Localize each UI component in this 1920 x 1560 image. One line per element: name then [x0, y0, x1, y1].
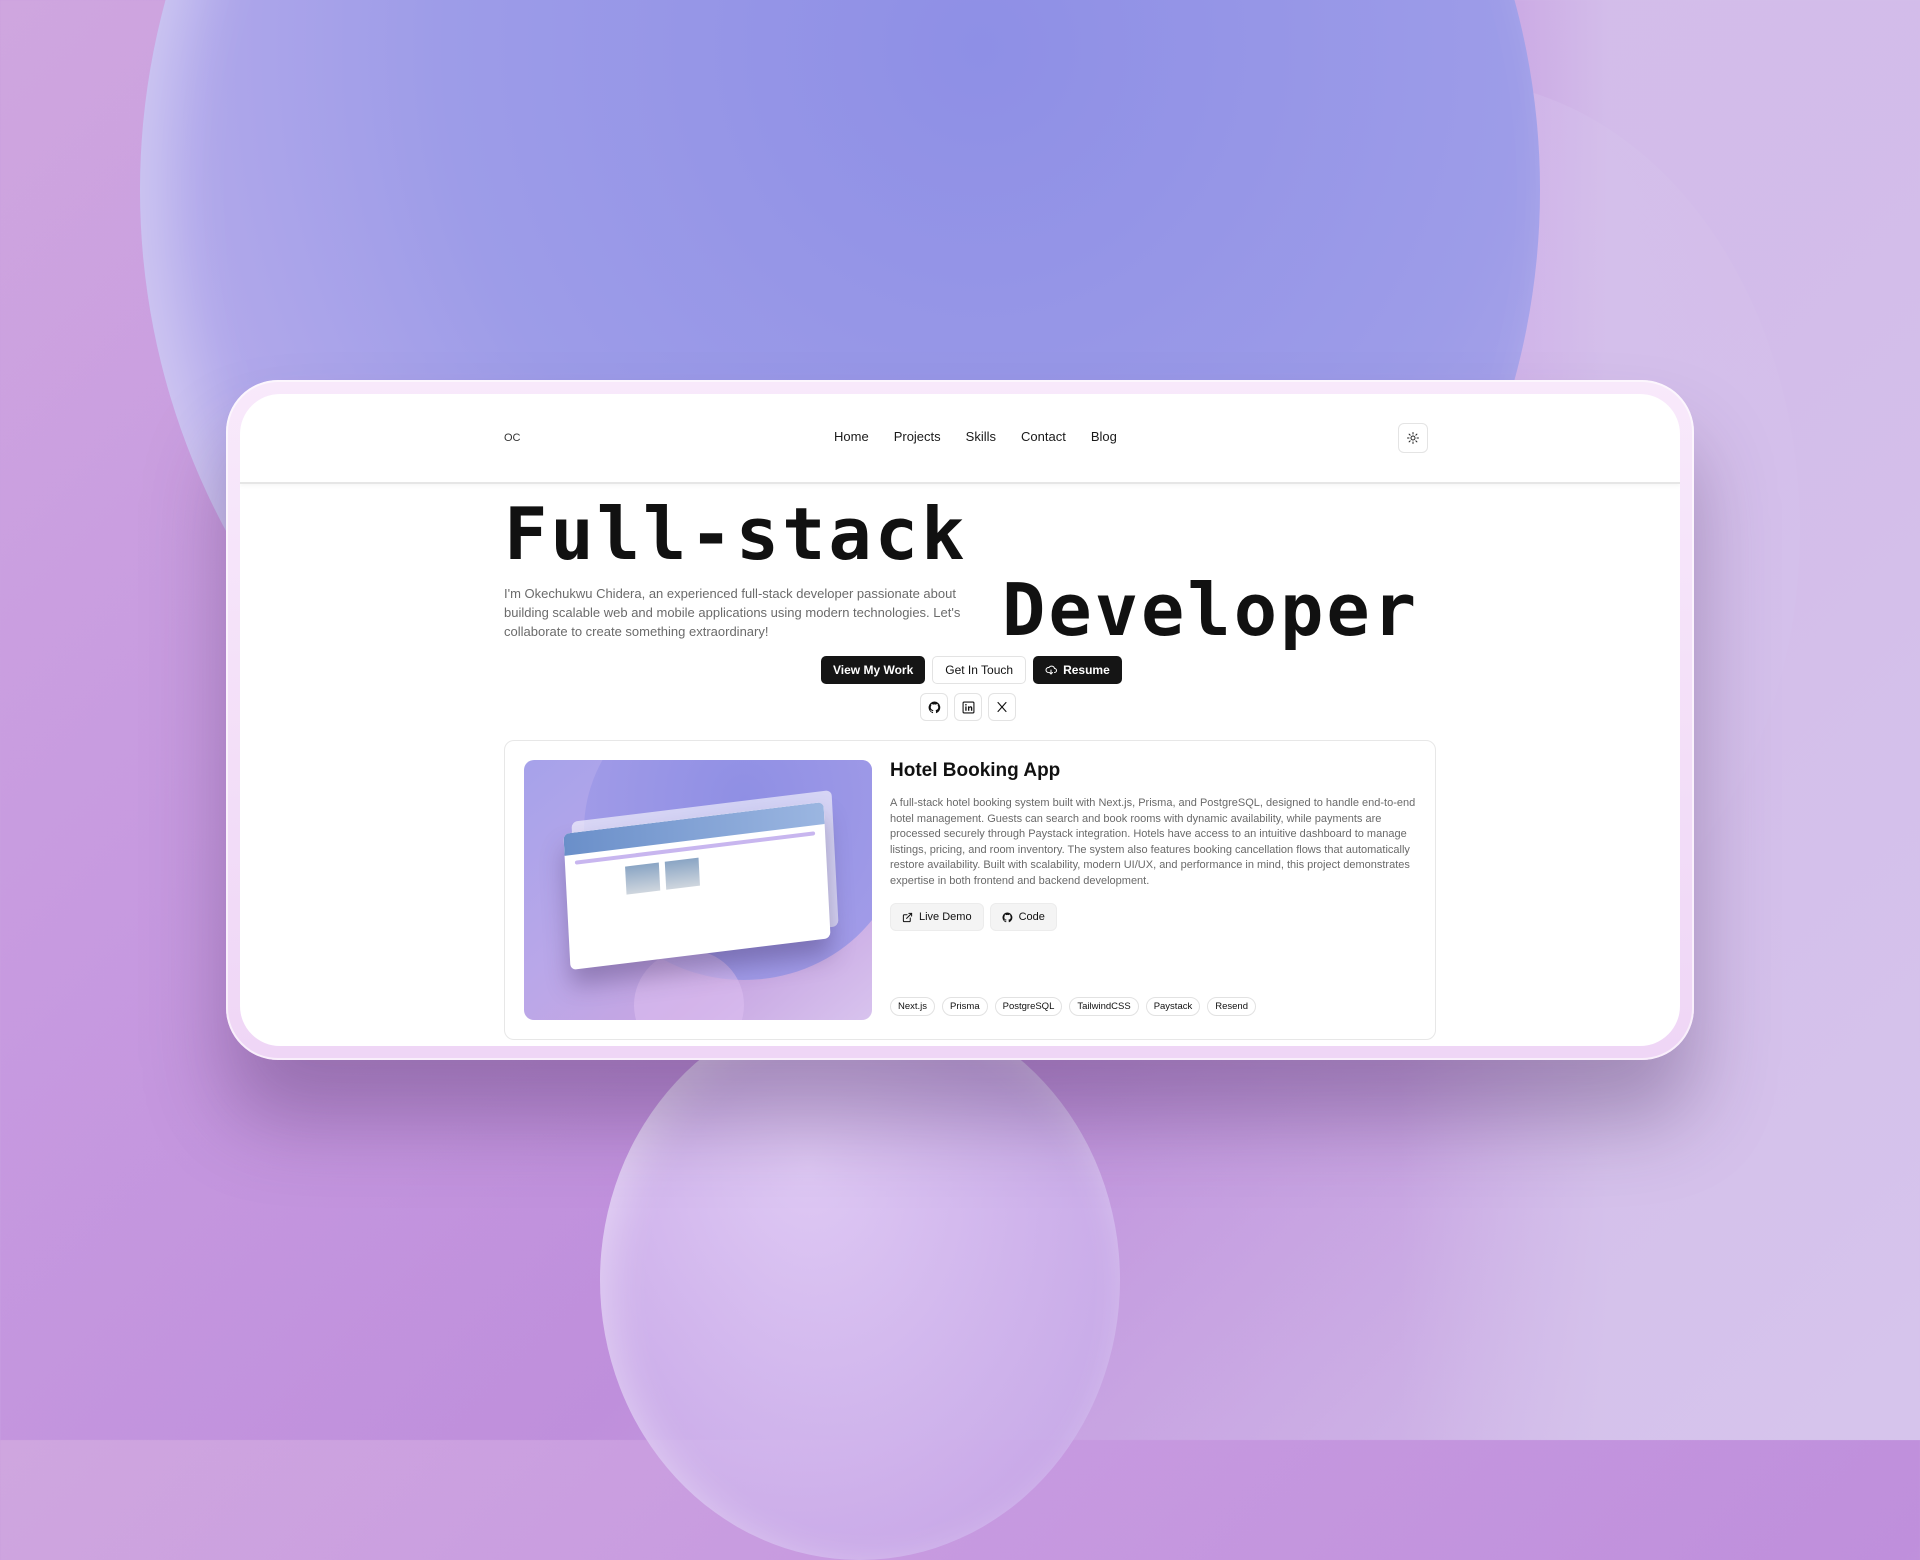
device-frame: OC Home Projects Skills Contact Blog Ful…: [226, 380, 1694, 1060]
hero-title-line1: Full-stack: [504, 492, 968, 576]
tech-tags: Next.js Prisma PostgreSQL TailwindCSS Pa…: [890, 997, 1256, 1016]
tech-tag: TailwindCSS: [1069, 997, 1139, 1016]
nav-link-projects[interactable]: Projects: [894, 429, 941, 444]
navbar: OC Home Projects Skills Contact Blog: [240, 394, 1680, 484]
nav-link-home[interactable]: Home: [834, 429, 869, 444]
github-icon: [928, 701, 941, 714]
external-link-icon: [902, 912, 913, 923]
live-demo-button[interactable]: Live Demo: [890, 903, 984, 931]
project-card: Hotel Booking App A full-stack hotel boo…: [504, 740, 1436, 1040]
view-work-button[interactable]: View My Work: [821, 656, 926, 684]
view-work-label: View My Work: [833, 663, 914, 677]
code-button[interactable]: Code: [989, 903, 1057, 931]
live-demo-label: Live Demo: [919, 911, 972, 923]
x-icon: [996, 701, 1008, 713]
tech-tag: Prisma: [942, 997, 988, 1016]
linkedin-icon: [962, 701, 975, 714]
background-bubble: [600, 1000, 1120, 1560]
social-links: [920, 693, 1016, 721]
mockup-hotel-photo: [625, 862, 661, 895]
tech-tag: Paystack: [1145, 997, 1201, 1016]
hero-description: I'm Okechukwu Chidera, an experienced fu…: [504, 586, 961, 639]
nav-link-contact[interactable]: Contact: [1021, 429, 1066, 444]
x-link[interactable]: [988, 693, 1016, 721]
browser-screen: OC Home Projects Skills Contact Blog Ful…: [240, 394, 1680, 1046]
tech-tag: Resend: [1207, 997, 1256, 1016]
theme-toggle-button[interactable]: [1398, 423, 1428, 453]
linkedin-link[interactable]: [954, 693, 982, 721]
tech-tag: PostgreSQL: [994, 997, 1063, 1016]
nav-link-blog[interactable]: Blog: [1091, 429, 1117, 444]
project-actions: Live Demo Code: [890, 903, 1057, 931]
tech-tag: Next.js: [890, 997, 936, 1016]
mockup-hotel-photo: [664, 857, 700, 890]
nav-link-skills[interactable]: Skills: [966, 429, 996, 444]
cloud-download-icon: [1045, 664, 1058, 676]
github-icon: [1002, 911, 1013, 923]
github-link[interactable]: [920, 693, 948, 721]
get-in-touch-label: Get In Touch: [945, 663, 1014, 677]
hero-title-line2: Developer: [1002, 568, 1420, 652]
nav-links: Home Projects Skills Contact Blog: [834, 429, 1117, 444]
project-title: Hotel Booking App: [890, 760, 1061, 781]
sun-icon: [1407, 432, 1419, 444]
resume-label: Resume: [1063, 663, 1110, 677]
cta-buttons: View My Work Get In Touch Resume: [821, 656, 1122, 684]
project-thumbnail[interactable]: [524, 760, 872, 1020]
site-logo[interactable]: OC: [504, 432, 521, 444]
get-in-touch-button[interactable]: Get In Touch: [932, 656, 1027, 684]
code-label: Code: [1018, 911, 1045, 923]
project-description: A full-stack hotel booking system built …: [890, 797, 1416, 887]
resume-button[interactable]: Resume: [1033, 656, 1122, 684]
